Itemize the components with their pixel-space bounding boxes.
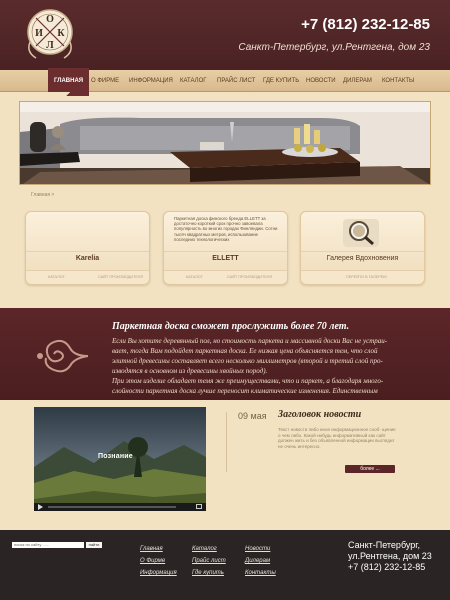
footer-link-info[interactable]: Информация: [140, 570, 177, 576]
quote-line: вает, тогда Вам подойдет паркетная доска…: [112, 347, 378, 355]
quote-line: слойности паркетная доска лучше переноси…: [112, 387, 378, 395]
nav-item-catalog[interactable]: Каталог: [180, 70, 206, 92]
gallery-link[interactable]: Перейти в галерею: [346, 275, 387, 279]
card-ellett[interactable]: Паркетная доска финского бренда ELLETT з…: [163, 211, 288, 285]
svg-text:Л: Л: [46, 40, 54, 51]
news-title[interactable]: Заголовок новости: [278, 409, 361, 420]
footer-address: Санкт-Петербург, ул.Рентгена, дом 23 +7 …: [348, 540, 432, 573]
svg-text:И: И: [35, 28, 43, 39]
manufacturer-site-link[interactable]: Сайт производителя: [98, 275, 143, 279]
logo[interactable]: О И К Л: [24, 2, 76, 66]
footer-link-about[interactable]: О Фирме: [140, 558, 165, 564]
card-karelia[interactable]: Karelia Каталог Сайт производителя: [25, 211, 150, 285]
svg-text:К: К: [57, 28, 65, 39]
quote-band: Паркетная доска сможет прослужить более …: [0, 308, 450, 400]
fullscreen-icon[interactable]: [196, 504, 202, 509]
nav-item-about[interactable]: О фирме: [91, 70, 119, 92]
card-divider: [164, 251, 287, 252]
nav-item-info[interactable]: Информация: [129, 70, 173, 92]
video-player[interactable]: Познание: [34, 407, 206, 511]
footer-link-dealers[interactable]: Дилерам: [245, 558, 270, 564]
footer-link-price[interactable]: Прайс лист: [192, 558, 226, 564]
svg-text:О: О: [46, 14, 54, 25]
nav-item-home[interactable]: Главная: [48, 68, 90, 96]
card-actions: Каталог Сайт производителя: [164, 270, 287, 284]
breadcrumb[interactable]: Главная >: [31, 192, 54, 198]
header-phone: +7 (812) 232-12-85: [301, 16, 430, 33]
ornament-icon: [34, 336, 92, 376]
footer-link-home[interactable]: Главная: [140, 546, 163, 552]
nav-item-dealers[interactable]: Дилерам: [343, 70, 372, 92]
play-icon[interactable]: [38, 504, 43, 510]
footer-address-line: ул.Рентгена, дом 23: [348, 551, 432, 561]
video-controls[interactable]: [34, 503, 206, 511]
catalog-link[interactable]: Каталог: [48, 275, 65, 279]
search-input[interactable]: поиск по сайту ......: [12, 542, 84, 548]
main-nav: Главная О фирме Информация Каталог Прайс…: [0, 68, 450, 96]
footer-phone: +7 (812) 232-12-85: [348, 562, 426, 572]
card-title: Галерея Вдохновения: [326, 255, 399, 262]
card-title: ELLETT: [212, 255, 239, 262]
footer-link-contacts[interactable]: Контакты: [245, 570, 276, 576]
news-more-button[interactable]: более ...: [345, 465, 395, 473]
card-actions: Перейти в галерею: [301, 270, 424, 284]
quote-line: Если Вы хотите деревянный пол, но стоимо…: [112, 337, 388, 345]
nav-item-news[interactable]: Новости: [306, 70, 336, 92]
quote-title: Паркетная доска сможет прослужить более …: [112, 321, 350, 332]
manufacturer-site-link[interactable]: Сайт производителя: [227, 275, 272, 279]
card-description: Паркетная доска финского бренда ELLETT з…: [174, 216, 278, 242]
divider: [226, 412, 227, 472]
card-divider: [301, 251, 424, 252]
footer-link-news[interactable]: Новости: [245, 546, 270, 552]
search-button[interactable]: найти: [86, 542, 102, 548]
site-footer: поиск по сайту ...... найти Главная О Фи…: [0, 530, 450, 600]
card-title: Karelia: [75, 255, 100, 262]
catalog-link[interactable]: Каталог: [186, 275, 203, 279]
video-caption: Познание: [98, 453, 133, 460]
quote-line: изводятся в основном из древесины хвойны…: [112, 367, 268, 375]
card-actions: Каталог Сайт производителя: [26, 270, 149, 284]
footer-address-line: Санкт-Петербург,: [348, 540, 420, 550]
nav-item-price[interactable]: Прайс лист: [217, 70, 255, 92]
card-divider: [26, 251, 149, 252]
header-address: Санкт-Петербург, ул.Рентгена, дом 23: [238, 42, 430, 53]
quote-line: элитной древесины составляет всего неско…: [112, 357, 383, 365]
magnifier-icon: [343, 219, 379, 247]
quote-line: При этом изделие обладает темя же преиму…: [112, 377, 384, 385]
nav-item-contacts[interactable]: Контакты: [382, 70, 414, 92]
news-date: 09 мая: [238, 411, 267, 421]
footer-link-where-to-buy[interactable]: Где купить: [192, 570, 224, 576]
progress-bar[interactable]: [48, 506, 176, 508]
card-gallery[interactable]: Галерея Вдохновения Перейти в галерею: [300, 211, 425, 285]
news-text: Текст новости либо иное информационное с…: [278, 427, 396, 449]
footer-link-catalog[interactable]: Каталог: [192, 546, 217, 552]
nav-item-where-to-buy[interactable]: Где купить: [263, 70, 299, 92]
hero-banner: [19, 101, 431, 185]
site-header: О И К Л +7 (812) 232-12-85 Санкт-Петербу…: [0, 0, 450, 70]
